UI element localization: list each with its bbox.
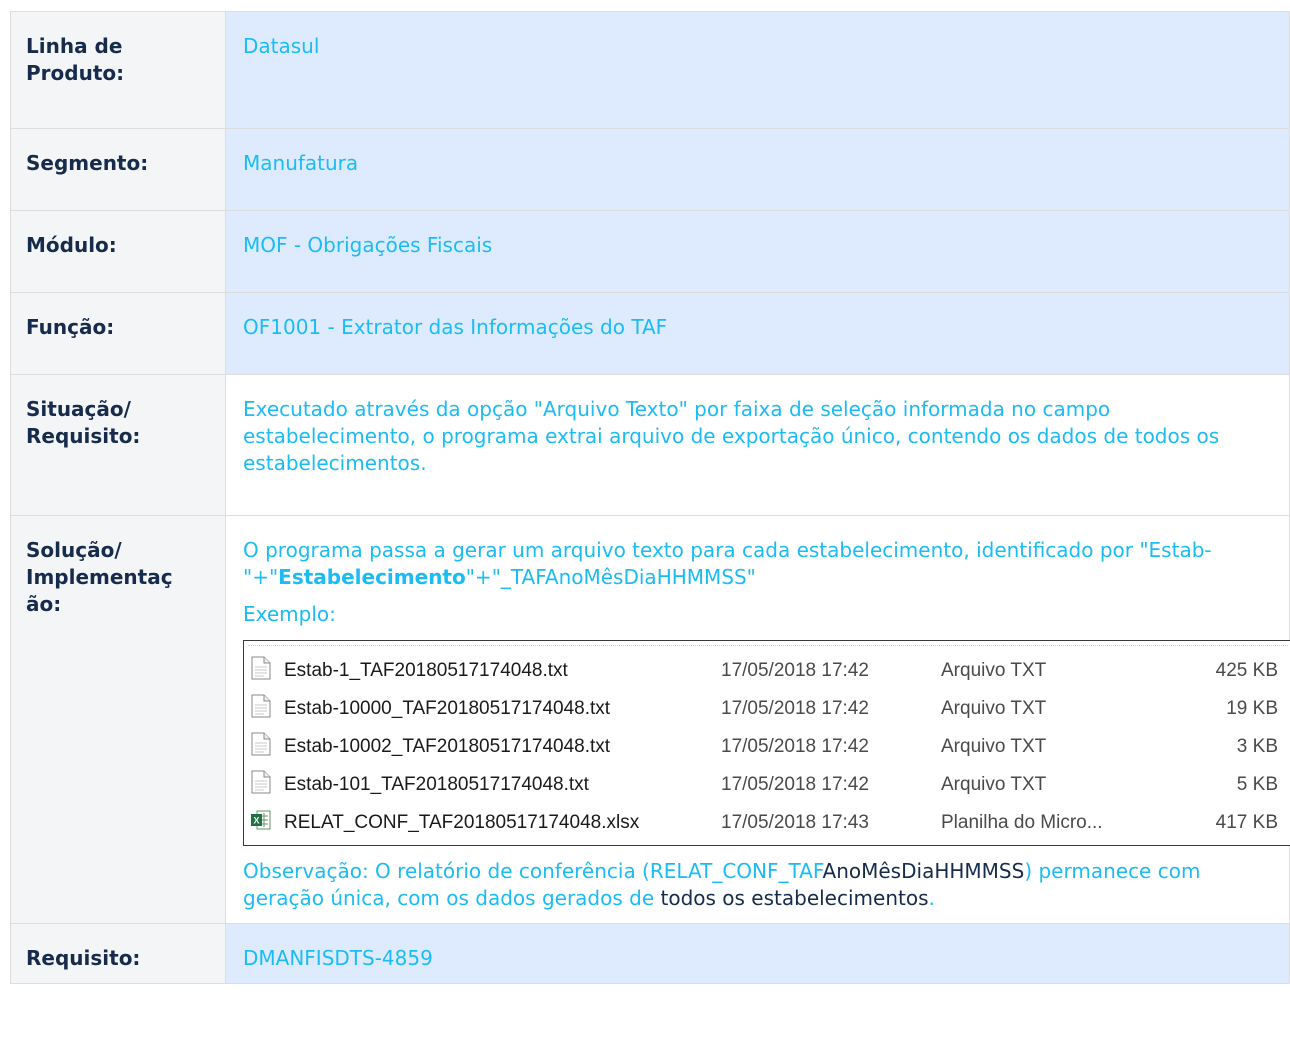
row-requisito: Requisito: DMANFISDTS-4859 [10, 923, 1290, 984]
file-type: Arquivo TXT [941, 698, 1047, 719]
row-modulo: Módulo: MOF - Obrigações Fiscais [10, 210, 1290, 293]
observation-paragraph: Observação: O relatório de conferência (… [243, 858, 1277, 912]
svg-text:X: X [253, 816, 259, 826]
cropped-row-edge [248, 641, 1288, 646]
file-size: 417 KB [1215, 812, 1278, 833]
label-line: Requisito: [26, 424, 141, 448]
label-line: Produto: [26, 61, 125, 85]
label-requisito: Requisito: [10, 923, 226, 984]
value-linha-de-produto: Datasul [225, 11, 1290, 129]
file-date: 17/05/2018 17:42 [721, 736, 869, 757]
row-segmento: Segmento: Manufatura [10, 128, 1290, 211]
file-name: Estab-10002_TAF20180517174048.txt [284, 736, 611, 757]
value-modulo: MOF - Obrigações Fiscais [225, 210, 1290, 293]
solution-text-b: "+"_TAFAnoMêsDiaHHMMSS" [465, 565, 756, 589]
file-name: Estab-10000_TAF20180517174048.txt [284, 698, 611, 719]
file-row[interactable]: X RELAT_CONF_TAF20180517174048.xlsx 17/05/… [244, 801, 1290, 839]
file-row[interactable]: Estab-101_TAF20180517174048.txt 17/05/201… [244, 763, 1290, 801]
obs-text-d: todos os estabelecimentos [660, 886, 929, 910]
label-modulo: Módulo: [10, 210, 226, 293]
file-row[interactable]: Estab-10002_TAF20180517174048.txt 17/05/2… [244, 725, 1290, 763]
row-situacao: Situação/ Requisito: Executado através d… [10, 374, 1290, 516]
label-line: Solução/ [26, 538, 122, 562]
text-file-icon [251, 732, 271, 756]
row-linha-de-produto: Linha de Produto: Datasul [10, 11, 1290, 129]
value-requisito: DMANFISDTS-4859 [225, 923, 1290, 984]
value-situacao: Executado através da opção "Arquivo Text… [225, 374, 1290, 516]
label-line: Situação/ [26, 397, 131, 421]
value-solucao: O programa passa a gerar um arquivo text… [225, 515, 1290, 924]
file-name: Estab-1_TAF20180517174048.txt [284, 660, 568, 681]
file-row[interactable]: Estab-1_TAF20180517174048.txt 17/05/2018 … [244, 649, 1290, 687]
file-size: 425 KB [1215, 660, 1278, 681]
label-linha-de-produto: Linha de Produto: [10, 11, 226, 129]
file-explorer-screenshot: Estab-1_TAF20180517174048.txt 17/05/2018 … [243, 640, 1290, 846]
solution-text-bold: Estabelecimento [278, 565, 466, 589]
example-label: Exemplo: [243, 602, 336, 626]
text-file-icon [251, 694, 271, 718]
label-solucao: Solução/ Implementaç ão: [10, 515, 226, 924]
row-solucao: Solução/ Implementaç ão: O programa pass… [10, 515, 1290, 924]
excel-file-icon: X [251, 808, 271, 832]
release-note-table: Linha de Produto: Datasul Segmento: Manu… [10, 11, 1290, 984]
label-line: Linha de [26, 34, 123, 58]
file-size: 5 KB [1236, 774, 1278, 795]
file-name: RELAT_CONF_TAF20180517174048.xlsx [284, 812, 640, 833]
file-size: 3 KB [1236, 736, 1278, 757]
file-type: Planilha do Micro... [941, 812, 1103, 833]
label-line: ão: [26, 592, 62, 616]
obs-text-e: . [928, 886, 935, 910]
label-funcao: Função: [10, 292, 226, 375]
file-date: 17/05/2018 17:42 [721, 698, 869, 719]
file-row[interactable]: Estab-10000_TAF20180517174048.txt 17/05/2… [244, 687, 1290, 725]
file-date: 17/05/2018 17:42 [721, 774, 869, 795]
value-funcao: OF1001 - Extrator das Informações do TAF [225, 292, 1290, 375]
file-type: Arquivo TXT [941, 736, 1047, 757]
obs-text-a: Observação: O relatório de conferência (… [243, 859, 823, 883]
label-line: Implementaç [26, 565, 173, 589]
row-funcao: Função: OF1001 - Extrator das Informaçõe… [10, 292, 1290, 375]
label-segmento: Segmento: [10, 128, 226, 211]
file-type: Arquivo TXT [941, 774, 1047, 795]
obs-text-b: AnoMêsDiaHHMMSS [822, 859, 1025, 883]
file-type: Arquivo TXT [941, 660, 1047, 681]
file-date: 17/05/2018 17:43 [721, 812, 869, 833]
file-size: 19 KB [1226, 698, 1278, 719]
solution-paragraph: O programa passa a gerar um arquivo text… [243, 537, 1277, 591]
value-segmento: Manufatura [225, 128, 1290, 211]
label-situacao: Situação/ Requisito: [10, 374, 226, 516]
file-name: Estab-101_TAF20180517174048.txt [284, 774, 589, 795]
text-file-icon [251, 656, 271, 680]
file-date: 17/05/2018 17:42 [721, 660, 869, 681]
text-file-icon [251, 770, 271, 794]
